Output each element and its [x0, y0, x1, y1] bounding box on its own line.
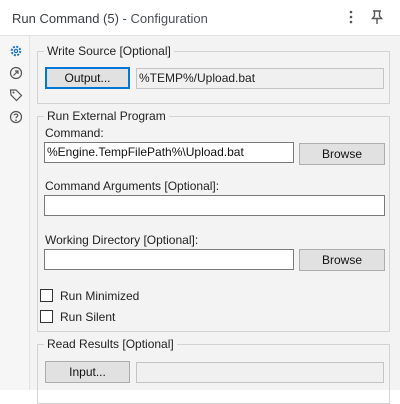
write-source-group: Write Source [Optional] Output... %TEMP%… — [37, 44, 390, 104]
working-dir-browse-button[interactable]: Browse — [299, 249, 385, 271]
command-browse-button[interactable]: Browse — [299, 143, 385, 165]
pin-icon[interactable] — [368, 8, 386, 26]
panel-title: Run Command (5) - Configuration — [12, 11, 208, 26]
run-external-group: Run External Program Command: %Engine.Te… — [37, 109, 390, 332]
run-minimized-label: Run Minimized — [60, 289, 140, 303]
write-source-legend: Write Source [Optional] — [44, 44, 174, 58]
arguments-label: Command Arguments [Optional]: — [45, 179, 220, 193]
panel-titlebar: Run Command (5) - Configuration — [0, 0, 400, 36]
tag-icon[interactable] — [9, 88, 23, 102]
config-content: Write Source [Optional] Output... %TEMP%… — [30, 36, 400, 404]
run-minimized-checkbox[interactable] — [40, 289, 53, 302]
gear-icon[interactable] — [9, 44, 23, 58]
output-button[interactable]: Output... — [45, 67, 130, 89]
write-source-path-field[interactable]: %TEMP%/Upload.bat — [136, 68, 384, 89]
read-results-group: Read Results [Optional] Input... — [37, 337, 390, 404]
panel-name: - Configuration — [118, 11, 208, 26]
run-silent-checkbox[interactable] — [40, 310, 53, 323]
command-field[interactable]: %Engine.TempFilePath%\Upload.bat — [44, 142, 294, 163]
arguments-field[interactable] — [44, 195, 385, 216]
input-button[interactable]: Input... — [45, 361, 130, 383]
tool-name: Run Command (5) — [12, 11, 119, 26]
working-dir-field[interactable] — [44, 249, 294, 270]
working-dir-label: Working Directory [Optional]: — [45, 233, 199, 247]
command-label: Command: — [45, 126, 104, 140]
run-silent-label: Run Silent — [60, 310, 116, 324]
run-external-legend: Run External Program — [44, 109, 169, 123]
read-results-path-field[interactable] — [136, 362, 384, 383]
help-icon[interactable] — [9, 110, 23, 124]
config-sidebar — [0, 36, 30, 390]
arrow-circle-icon[interactable] — [9, 66, 23, 80]
more-options-icon[interactable] — [342, 8, 360, 26]
read-results-legend: Read Results [Optional] — [44, 337, 177, 351]
